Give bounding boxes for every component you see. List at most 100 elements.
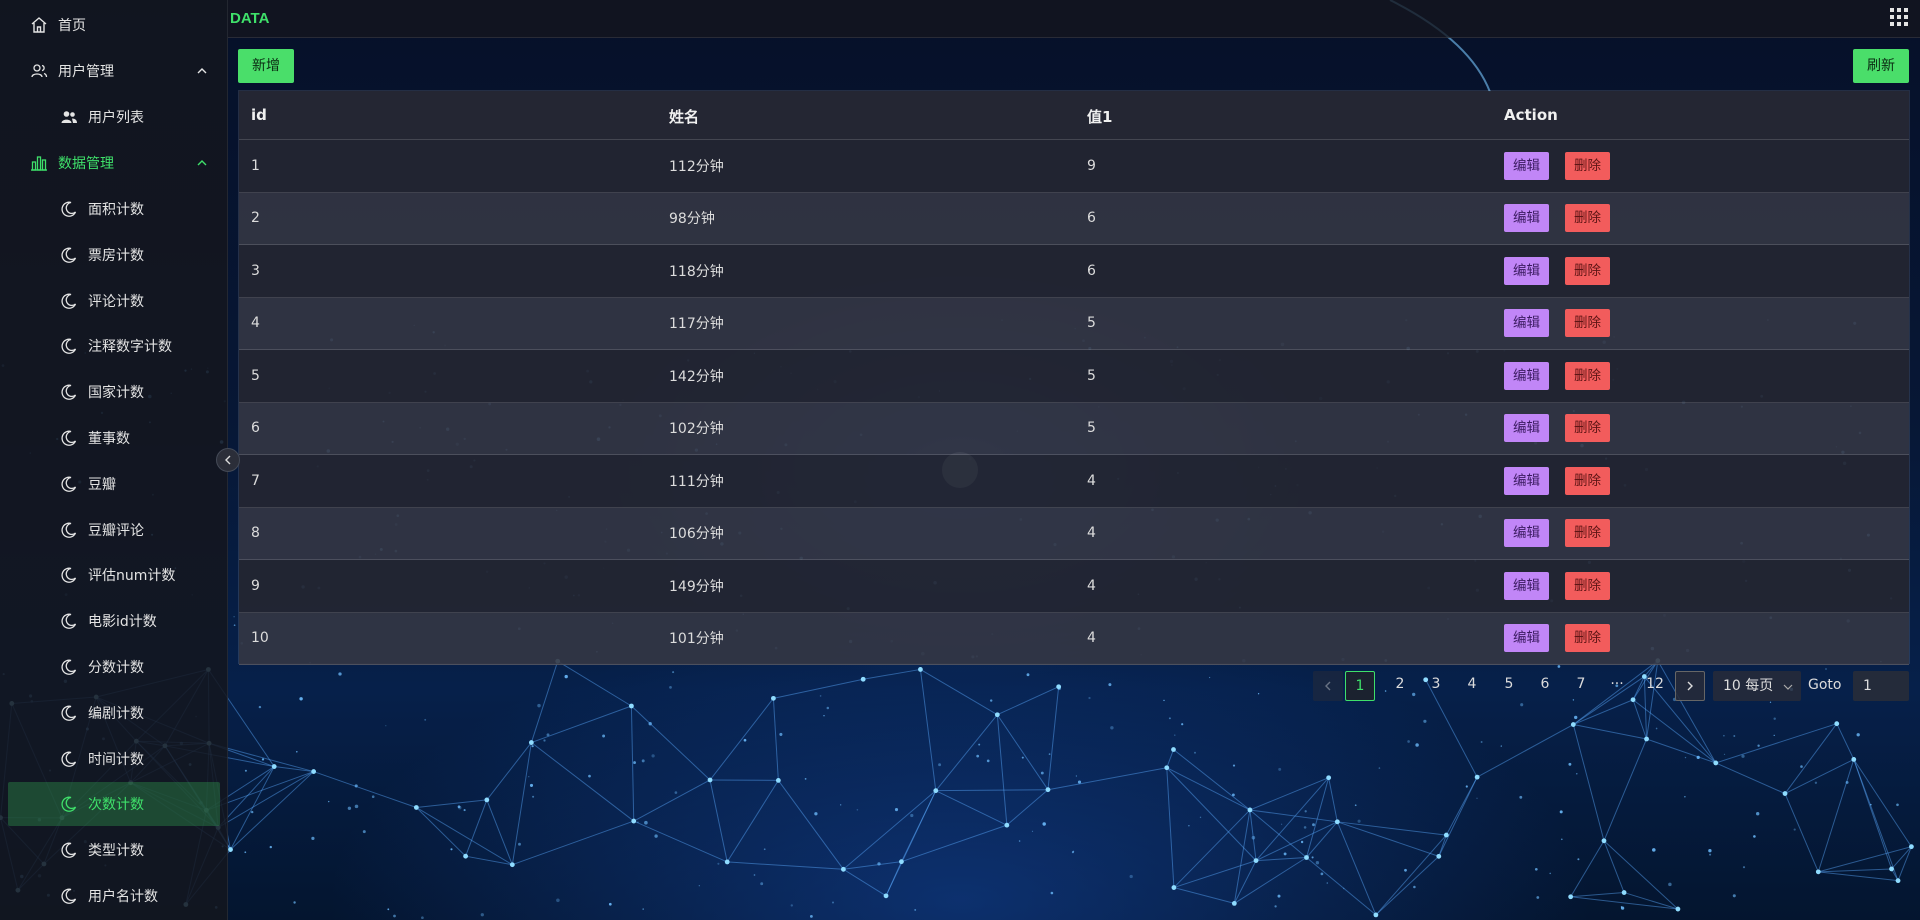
page-number[interactable]: 6 — [1533, 676, 1557, 692]
sidebar-item[interactable]: 电影id计数 — [0, 599, 227, 643]
cell-value: 4 — [1087, 630, 1096, 647]
prev-page-button[interactable] — [1313, 671, 1343, 701]
cell-value: 4 — [1087, 577, 1096, 594]
chevron-left-icon — [1325, 681, 1331, 691]
moon-icon — [60, 292, 78, 310]
pagination: 1 2 3 4 5 6 7 ··· 12 10 每页 Goto — [0, 671, 1920, 701]
delete-button[interactable]: 删除 — [1565, 256, 1610, 285]
moon-icon — [60, 566, 78, 584]
delete-button[interactable]: 删除 — [1565, 624, 1610, 653]
edit-button[interactable]: 编辑 — [1504, 309, 1549, 338]
edit-button[interactable]: 编辑 — [1504, 151, 1549, 180]
page-number[interactable]: 1 — [1345, 671, 1375, 701]
goto-page-input[interactable] — [1853, 671, 1909, 701]
sidebar-item[interactable]: 注释数字计数 — [0, 324, 227, 368]
page-size-select[interactable]: 10 每页 — [1713, 671, 1801, 701]
sidebar-item-label: 面积计数 — [88, 202, 144, 218]
sidebar-item[interactable]: 时间计数 — [0, 737, 227, 781]
table-row: 4 117分钟 5 编辑 删除 — [239, 297, 1909, 350]
sidebar-item-user-list[interactable]: 用户列表 — [0, 95, 227, 139]
delete-button[interactable]: 删除 — [1565, 309, 1610, 338]
refresh-button[interactable]: 刷新 — [1853, 49, 1909, 83]
page-number[interactable]: 3 — [1424, 676, 1448, 692]
grid-icon[interactable] — [1890, 8, 1908, 26]
delete-button[interactable]: 删除 — [1565, 204, 1610, 233]
cell-value: 9 — [1087, 157, 1096, 174]
moon-icon — [60, 521, 78, 539]
sidebar-item-label: 次数计数 — [88, 797, 144, 814]
sidebar-item[interactable]: 国家计数 — [0, 370, 227, 414]
sidebar-item-label: 国家计数 — [88, 385, 144, 402]
add-button[interactable]: 新增 — [238, 49, 294, 83]
cell-name: 117分钟 — [669, 316, 724, 333]
cell-name: 112分钟 — [669, 158, 724, 175]
page-number[interactable]: 4 — [1460, 676, 1484, 692]
edit-button[interactable]: 编辑 — [1504, 466, 1549, 495]
cell-name: 111分钟 — [669, 473, 724, 490]
edit-button[interactable]: 编辑 — [1504, 204, 1549, 233]
cell-id: 1 — [251, 157, 260, 174]
cell-id: 7 — [251, 472, 260, 489]
sidebar: 首页 用户管理 用户列表 数据管理 面积计数票房计数 评论计数 注释数字计数国家计数… — [0, 0, 228, 920]
table-row: 9 149分钟 4 编辑 删除 — [239, 560, 1909, 613]
delete-button[interactable]: 删除 — [1565, 414, 1610, 443]
table-row: 5 142分钟 5 编辑 删除 — [239, 350, 1909, 403]
sidebar-collapse-button[interactable] — [216, 448, 240, 472]
cell-id: 3 — [251, 262, 260, 279]
sidebar-item[interactable]: 类型计数 — [0, 828, 227, 872]
cell-name: 101分钟 — [669, 631, 724, 648]
sidebar-group-user-management[interactable]: 用户管理 — [0, 49, 227, 93]
page-number[interactable]: 5 — [1497, 676, 1521, 692]
users-outline-icon — [30, 62, 48, 80]
moon-icon — [60, 887, 78, 905]
moon-icon — [60, 841, 78, 859]
edit-button[interactable]: 编辑 — [1504, 256, 1549, 285]
column-header-name: 姓名 — [669, 108, 700, 126]
sidebar-item-home[interactable]: 首页 — [0, 3, 227, 47]
moon-icon — [60, 383, 78, 401]
sidebar-item[interactable]: 面积计数 — [0, 187, 227, 231]
edit-button[interactable]: 编辑 — [1504, 361, 1549, 390]
edit-button[interactable]: 编辑 — [1504, 571, 1549, 600]
cell-value: 6 — [1087, 262, 1096, 279]
chevron-right-icon — [1687, 681, 1693, 691]
page-number[interactable]: 2 — [1388, 676, 1412, 692]
sidebar-group-data-management[interactable]: 数据管理 — [0, 141, 227, 185]
page-number[interactable]: 12 — [1643, 676, 1667, 692]
moon-icon — [60, 704, 78, 722]
edit-button[interactable]: 编辑 — [1504, 414, 1549, 443]
sidebar-item[interactable]: 用户名计数 — [0, 874, 227, 918]
moon-icon — [60, 750, 78, 768]
delete-button[interactable]: 删除 — [1565, 571, 1610, 600]
table-row: 1 112分钟 9 编辑 删除 — [239, 140, 1909, 193]
chevron-left-icon — [225, 455, 231, 465]
column-header-id: id — [251, 106, 267, 124]
chevron-up-icon — [194, 63, 210, 79]
sidebar-item[interactable]: 豆瓣 — [0, 462, 227, 506]
moon-icon — [60, 612, 78, 630]
sidebar-item[interactable]: 评论计数 — [0, 279, 227, 323]
sidebar-item[interactable]: 次数计数 — [8, 782, 220, 827]
sidebar-item-label: 类型计数 — [88, 843, 144, 860]
delete-button[interactable]: 删除 — [1565, 151, 1610, 180]
data-table: id 姓名 值1 Action 1 112分钟 9 编辑 删除 2 98分钟 6 编辑 删除 3 11… — [238, 90, 1910, 665]
sidebar-item-label: 评估num计数 — [88, 568, 176, 585]
edit-button[interactable]: 编辑 — [1504, 519, 1549, 548]
cell-value: 5 — [1087, 367, 1096, 384]
moon-icon — [60, 475, 78, 493]
sidebar-item-label: 编剧计数 — [88, 705, 144, 722]
table-row: 8 106分钟 4 编辑 删除 — [239, 507, 1909, 560]
delete-button[interactable]: 删除 — [1565, 519, 1610, 548]
sidebar-item[interactable]: 豆瓣评论 — [0, 508, 227, 552]
sidebar-item[interactable]: 票房计数 — [0, 233, 227, 277]
sidebar-item[interactable]: 董事数 — [0, 416, 227, 460]
delete-button[interactable]: 删除 — [1565, 361, 1610, 390]
sidebar-item-label: 豆瓣评论 — [88, 522, 144, 539]
cell-name: 106分钟 — [669, 526, 724, 543]
delete-button[interactable]: 删除 — [1565, 466, 1610, 495]
page-number[interactable]: 7 — [1569, 676, 1593, 692]
edit-button[interactable]: 编辑 — [1504, 624, 1549, 653]
next-page-button[interactable] — [1675, 671, 1705, 701]
sidebar-item[interactable]: 评估num计数 — [0, 553, 227, 597]
page-ellipsis[interactable]: ··· — [1605, 676, 1629, 692]
